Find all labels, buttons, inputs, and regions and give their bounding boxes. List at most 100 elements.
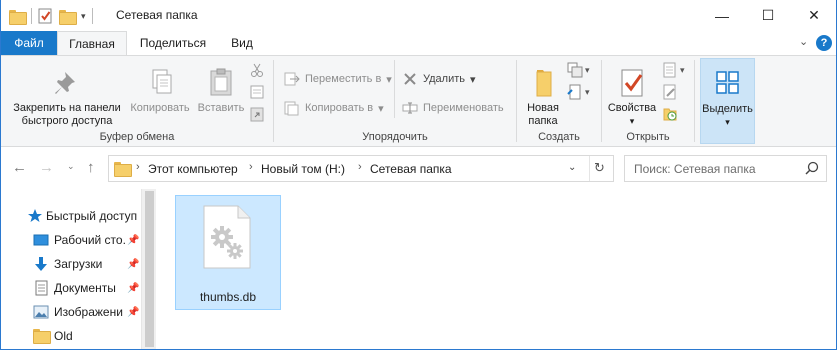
refresh-icon[interactable]: ↻ — [594, 160, 605, 176]
tab-view[interactable]: Вид — [219, 31, 265, 55]
copy-to-icon — [284, 100, 300, 116]
help-icon[interactable]: ? — [816, 35, 832, 51]
explorer-window: ▾ Сетевая папка — ☐ ✕ Файл Главная Подел… — [0, 0, 837, 350]
clipboard-group: Закрепить на панели быстрого доступа Коп… — [1, 56, 273, 146]
rename-button[interactable]: Переименовать — [402, 100, 504, 116]
nav-item-label: Рабочий сто. — [54, 233, 125, 247]
cut-icon[interactable] — [249, 62, 265, 78]
breadcrumb-volume[interactable]: Новый том (H:) — [261, 162, 345, 176]
move-to-dropdown-icon: ▾ — [386, 73, 392, 86]
copy-to-button[interactable]: Копировать в ▾ — [284, 100, 384, 116]
nav-item-label: Old — [54, 329, 73, 343]
paste-shortcut-icon[interactable] — [249, 106, 265, 122]
star-icon — [27, 208, 43, 224]
title-bar: ▾ Сетевая папка — ☐ ✕ — [1, 0, 836, 31]
nav-pane-scrollbar-thumb[interactable] — [145, 191, 154, 347]
ribbon-expand-icon[interactable]: ⌄ — [799, 35, 808, 48]
nav-item-downloads[interactable]: Загрузки 📌 — [1, 253, 141, 275]
copy-button[interactable]: Копировать — [127, 66, 193, 115]
select-dropdown-icon: ▾ — [725, 117, 730, 127]
delete-label: Удалить — [423, 73, 465, 85]
ribbon-tabs: Файл Главная Поделиться Вид ⌄ ? — [1, 31, 836, 56]
nav-item-quick-access[interactable]: Быстрый доступ — [1, 205, 141, 227]
nav-item-documents[interactable]: Документы 📌 — [1, 277, 141, 299]
nav-item-label: Быстрый доступ — [46, 209, 138, 223]
pin-label-line1: Закрепить на панели — [13, 102, 121, 114]
new-item-icon[interactable]: ▾ — [567, 62, 590, 78]
select-all-icon — [712, 67, 744, 99]
move-to-label: Переместить в — [305, 73, 382, 85]
recent-locations-icon[interactable]: ⌄ — [67, 161, 75, 172]
edit-icon[interactable] — [662, 84, 678, 103]
nav-item-old[interactable]: Old — [1, 325, 141, 347]
new-folder-qat-icon[interactable] — [59, 9, 77, 25]
pinned-icon: 📌 — [127, 306, 140, 318]
pin-to-quick-access-button[interactable]: Закрепить на панели быстрого доступа — [5, 66, 129, 128]
delete-button[interactable]: Удалить ▾ — [402, 71, 476, 87]
pinned-icon: 📌 — [127, 258, 140, 270]
history-icon[interactable] — [662, 106, 678, 125]
new-group-label: Создать — [538, 131, 580, 143]
search-box[interactable]: Поиск: Сетевая папка — [624, 155, 827, 182]
breadcrumb-separator-icon[interactable]: › — [249, 161, 253, 173]
easy-access-icon[interactable]: ▾ — [567, 84, 590, 100]
move-to-button[interactable]: Переместить в ▾ — [284, 71, 392, 87]
close-button[interactable]: ✕ — [791, 0, 836, 31]
file-item[interactable]: thumbs.db — [175, 195, 281, 310]
nav-item-label: Изображени — [54, 305, 123, 319]
properties-dropdown-icon: ▾ — [629, 116, 635, 126]
qat-separator-2 — [91, 8, 93, 24]
select-button[interactable]: Выделить ▾ — [700, 58, 755, 144]
copy-icon — [144, 66, 176, 98]
address-history-dropdown-icon[interactable]: ⌄ — [568, 162, 576, 173]
pinned-icon: 📌 — [127, 234, 140, 246]
open-group-label: Открыть — [626, 131, 670, 143]
breadcrumb-separator-icon[interactable]: › — [358, 161, 362, 173]
forward-arrow-icon[interactable]: → — [39, 159, 54, 176]
tab-file[interactable]: Файл — [1, 31, 57, 55]
desktop-icon — [33, 232, 49, 248]
properties-label: Свойства — [607, 102, 657, 114]
quick-access-toolbar: ▾ — [9, 6, 93, 26]
paste-label: Вставить — [197, 102, 245, 114]
up-arrow-icon[interactable]: ↑ — [87, 159, 95, 176]
qat-customize-icon[interactable]: ▾ — [81, 11, 86, 22]
new-group: Новая папка ▾ ▾ Создать — [517, 56, 601, 146]
clipboard-group-label: Буфер обмена — [99, 131, 175, 143]
tab-home[interactable]: Главная — [57, 31, 127, 56]
file-list: thumbs.db — [157, 189, 836, 349]
nav-item-pictures[interactable]: Изображени 📌 — [1, 301, 141, 323]
minimize-button[interactable]: — — [699, 0, 745, 31]
search-icon — [805, 161, 819, 178]
system-file-icon — [203, 205, 251, 269]
search-input[interactable]: Поиск: Сетевая папка — [634, 162, 756, 176]
back-arrow-icon[interactable]: ← — [12, 159, 27, 176]
move-to-icon — [284, 71, 300, 87]
new-folder-icon — [527, 66, 559, 98]
address-refresh-separator — [589, 156, 590, 181]
app-folder-icon — [9, 9, 27, 25]
paste-button[interactable]: Вставить — [193, 66, 249, 115]
breadcrumb-network-folder[interactable]: Сетевая папка — [370, 162, 452, 176]
address-bar[interactable]: › Этот компьютер › Новый том (H:) › Сете… — [108, 155, 614, 182]
window-title: Сетевая папка — [116, 8, 198, 22]
copy-path-icon[interactable] — [249, 84, 265, 100]
new-folder-button[interactable]: Новая папка — [521, 66, 565, 128]
maximize-button[interactable]: ☐ — [745, 0, 791, 31]
properties-qat-icon[interactable] — [38, 8, 53, 24]
delete-icon — [402, 71, 418, 87]
tab-share[interactable]: Поделиться — [131, 31, 215, 55]
open-icon[interactable]: ▾ — [662, 62, 685, 78]
nav-pane-scrollbar[interactable] — [141, 189, 156, 349]
nav-item-desktop[interactable]: Рабочий сто. 📌 — [1, 229, 141, 251]
pin-label-line2: быстрого доступа — [21, 115, 113, 127]
breadcrumb-separator-icon[interactable]: › — [136, 161, 140, 173]
properties-icon — [616, 66, 648, 98]
copy-to-label: Копировать в — [305, 102, 374, 114]
folder-icon — [33, 329, 51, 345]
organize-group: Переместить в ▾ Копировать в ▾ Удалить ▾… — [274, 56, 516, 146]
breadcrumb-this-pc[interactable]: Этот компьютер — [148, 162, 238, 176]
properties-button[interactable]: Свойства ▾ — [604, 66, 660, 128]
organize-inner-separator — [394, 60, 395, 118]
organize-group-label: Упорядочить — [362, 131, 428, 143]
